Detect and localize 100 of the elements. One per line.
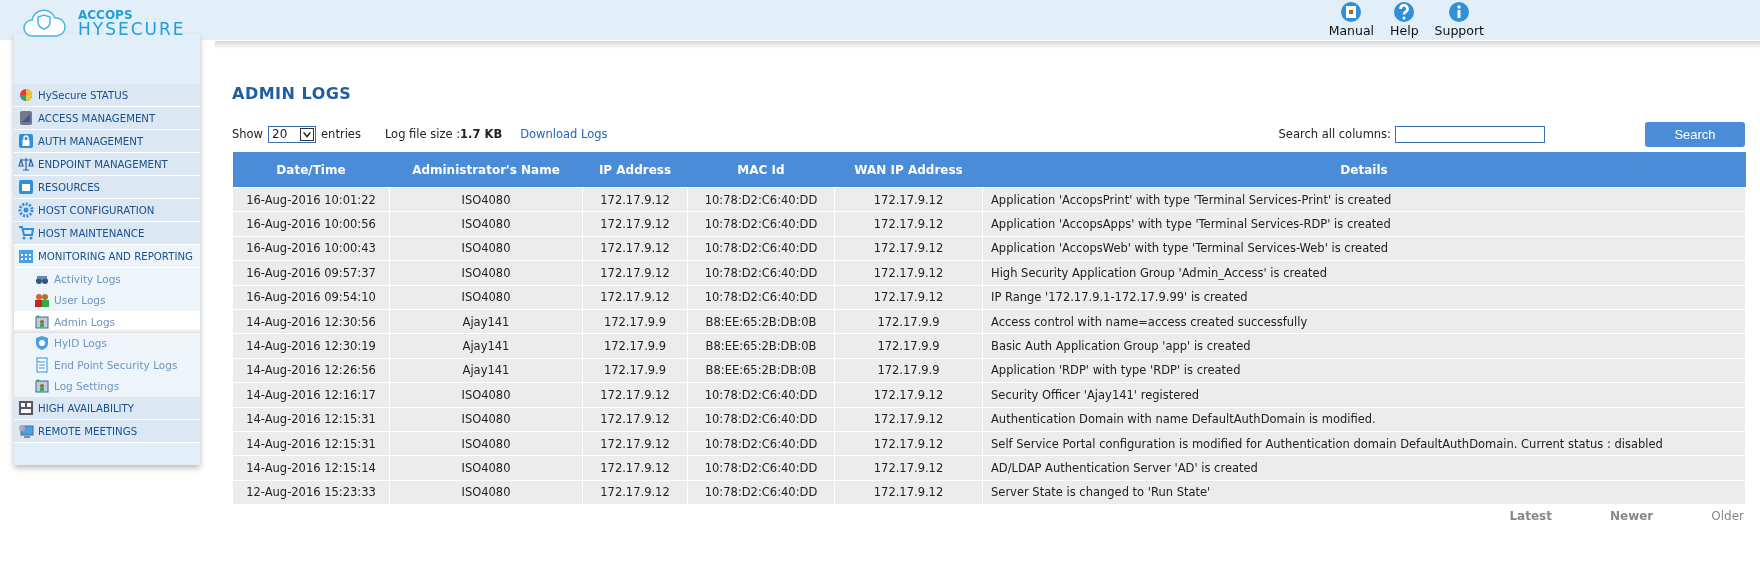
table-cell: 172.17.9.9 (582, 309, 688, 334)
table-cell: 172.17.9.12 (582, 187, 688, 212)
table-cell: High Security Application Group 'Admin_Access' is created (982, 260, 1746, 286)
table-cell: 172.17.9.12 (582, 382, 688, 407)
table-cell: ISO4080 (389, 260, 583, 286)
table-cell: 172.17.9.9 (834, 358, 983, 383)
table-cell: 14-Aug-2016 12:15:14 (232, 455, 390, 481)
table-cell: 14-Aug-2016 12:30:19 (232, 333, 390, 359)
info-icon (1448, 1, 1471, 23)
log-size-value: 1.7 KB (460, 127, 503, 141)
help-link[interactable]: Help (1384, 0, 1425, 40)
column-header: Administrator's Name (389, 152, 583, 188)
caret-icon (300, 127, 315, 141)
search-field[interactable] (1395, 125, 1545, 143)
sidebar-item[interactable]: RESOURCES (14, 176, 200, 199)
table-cell: Server State is changed to 'Run State' (982, 480, 1746, 505)
table-cell: 172.17.9.12 (834, 480, 983, 505)
entries-label: entries (321, 127, 361, 141)
monitor-icon (18, 423, 34, 439)
scales-icon (18, 156, 34, 172)
table-cell: ISO4080 (389, 480, 583, 505)
table-cell: 172.17.9.12 (834, 211, 983, 237)
table-cell: ISO4080 (389, 455, 583, 481)
table-cell: 172.17.9.9 (582, 358, 688, 383)
table-cell: ISO4080 (389, 431, 583, 456)
table-cell: 172.17.9.12 (582, 407, 688, 432)
sidebar-item[interactable]: HOST CONFIGURATION (14, 199, 200, 222)
table-cell: 172.17.9.9 (834, 309, 983, 334)
table-cell: 10:78:D2:C6:40:DD (687, 260, 835, 286)
table-cell: 16-Aug-2016 10:00:43 (232, 236, 390, 261)
table-cell: 172.17.9.12 (834, 431, 983, 456)
id-card-icon (34, 313, 50, 330)
table-cell: 172.17.9.12 (834, 260, 983, 286)
id-card-icon (34, 378, 50, 395)
download-link[interactable]: Download Logs (520, 127, 608, 141)
table-cell: 172.17.9.12 (834, 236, 983, 261)
search-label: Search all columns: (1278, 127, 1391, 141)
table-cell: 172.17.9.12 (582, 285, 688, 310)
table-cell: IP Range '172.17.9.1-172.17.9.99' is created (982, 285, 1746, 310)
table-cell: 172.17.9.12 (582, 260, 688, 286)
table-cell: ISO4080 (389, 382, 583, 407)
table-cell: 10:78:D2:C6:40:DD (687, 407, 835, 432)
table-cell: 172.17.9.12 (582, 455, 688, 481)
table-cell: 16-Aug-2016 10:00:56 (232, 211, 390, 237)
column-header: Date/Time (232, 152, 390, 188)
table-cell: 14-Aug-2016 12:30:56 (232, 309, 390, 334)
support-link[interactable]: Support (1428, 0, 1490, 40)
sidebar-item[interactable]: MONITORING AND REPORTING (14, 245, 200, 268)
column-header: IP Address (582, 152, 688, 188)
table-cell: AD/LDAP Authentication Server 'AD' is created (982, 455, 1746, 481)
table-cell: Self Service Portal configuration is modified for Authentication domain DefaultAuthDomain. Current status : disabled (982, 431, 1746, 456)
table-cell: 14-Aug-2016 12:26:56 (232, 358, 390, 383)
people-icon (34, 292, 50, 309)
table-cell: 16-Aug-2016 09:57:37 (232, 260, 390, 286)
page-title: ADMIN LOGS (232, 84, 353, 103)
table-cell: 14-Aug-2016 12:15:31 (232, 431, 390, 456)
column-header: MAC Id (687, 152, 835, 188)
table-cell: 16-Aug-2016 09:54:10 (232, 285, 390, 310)
checklist-icon (34, 356, 50, 373)
network-icon (18, 400, 34, 416)
table-cell: 172.17.9.12 (582, 431, 688, 456)
sidebar-item[interactable]: ACCESS MANAGEMENT (14, 107, 200, 130)
sidebar-item[interactable]: HOST MAINTENANCE (14, 222, 200, 245)
sidebar-item[interactable]: REMOTE MEETINGS (14, 420, 200, 443)
table-cell: 10:78:D2:C6:40:DD (687, 285, 835, 310)
sidebar-item[interactable]: ENDPOINT MANAGEMENT (14, 153, 200, 176)
table-cell: Ajay141 (389, 333, 583, 359)
table-cell: Authentication Domain with name DefaultAuthDomain is modified. (982, 407, 1746, 432)
sidebar-item[interactable]: AUTH MANAGEMENT (14, 130, 200, 153)
table-cell: B8:EE:65:2B:DB:0B (687, 358, 835, 383)
entries-dropdown[interactable]: 20 (268, 125, 317, 143)
table-cell: 172.17.9.12 (834, 382, 983, 407)
table-cell: Basic Auth Application Group 'app' is created (982, 333, 1746, 359)
table-cell: ISO4080 (389, 187, 583, 212)
table-cell: Application 'AccopsPrint' with type 'Terminal Services-Print' is created (982, 187, 1746, 212)
table-cell: Application 'RDP' with type 'RDP' is created (982, 358, 1746, 383)
table-cell: Security Officer 'Ajay141' registered (982, 382, 1746, 407)
sidebar-subitem[interactable]: Admin Logs (14, 311, 200, 333)
sidebar-item[interactable]: HIGH AVAILABILITY (14, 397, 200, 420)
search-button[interactable]: Search (1645, 121, 1745, 147)
table-cell: Application 'AccopsApps' with type 'Terminal Services-RDP' is created (982, 211, 1746, 237)
book-icon (1340, 1, 1363, 23)
pager-link[interactable]: Older (1711, 509, 1744, 524)
sidebar-item[interactable]: HySecure STATUS (14, 84, 200, 107)
column-header: Details (982, 152, 1746, 188)
table-cell: ISO4080 (389, 407, 583, 432)
manual-link[interactable]: Manual (1322, 0, 1381, 40)
table-cell: 172.17.9.12 (582, 211, 688, 237)
table-cell: 172.17.9.12 (582, 236, 688, 261)
table-cell: B8:EE:65:2B:DB:0B (687, 309, 835, 334)
gear-icon (18, 202, 34, 218)
box-icon (18, 179, 34, 195)
table-cell: ISO4080 (389, 211, 583, 237)
table-cell: 172.17.9.12 (834, 187, 983, 212)
table-cell: Application 'AccopsWeb' with type 'Terminal Services-Web' is created (982, 236, 1746, 261)
table-cell: ISO4080 (389, 236, 583, 261)
cart-icon (18, 225, 34, 241)
table-cell: 10:78:D2:C6:40:DD (687, 480, 835, 505)
ball-icon (18, 87, 34, 103)
table-cell: Ajay141 (389, 309, 583, 334)
